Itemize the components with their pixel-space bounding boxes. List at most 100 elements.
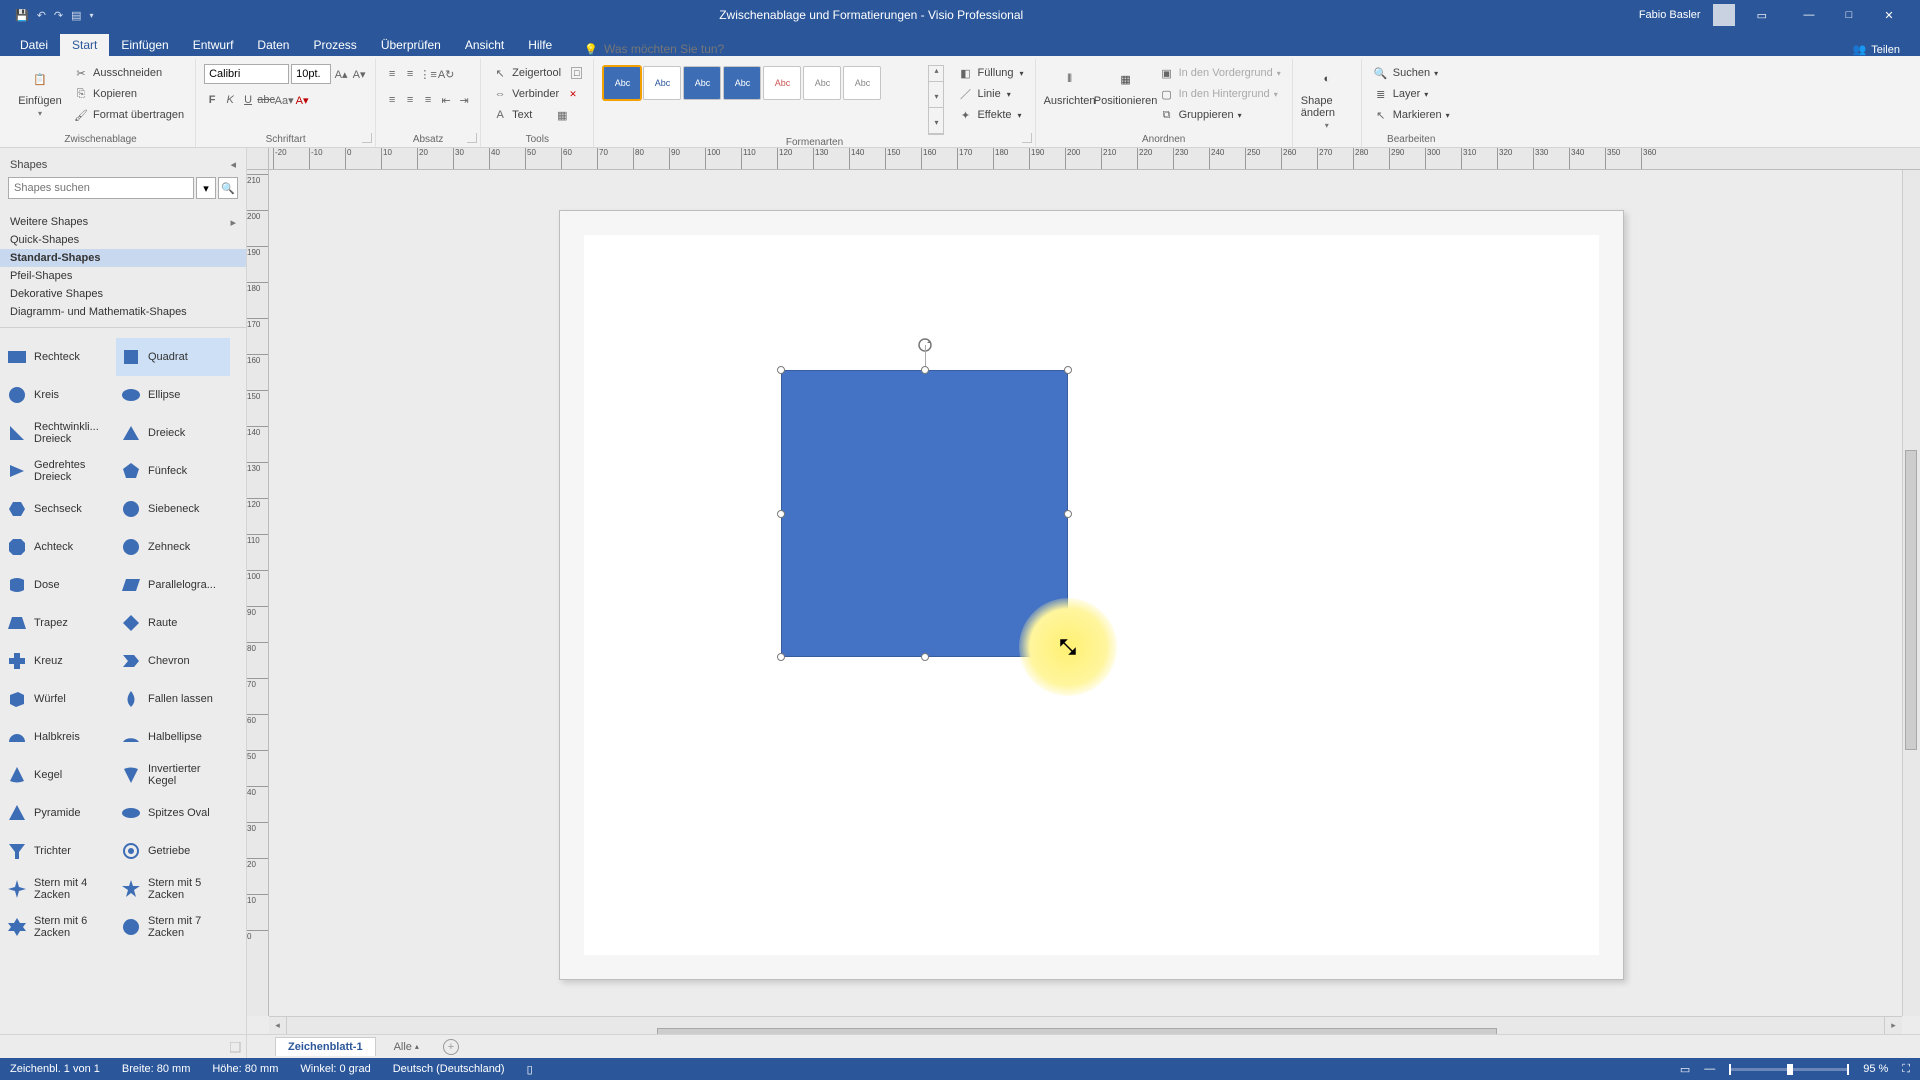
- shape-item-raute[interactable]: Raute: [116, 604, 230, 642]
- undo-icon[interactable]: ↶: [37, 9, 46, 22]
- gallery-scroll[interactable]: ▴▾▾: [928, 65, 944, 135]
- shape-item-trapez[interactable]: Trapez: [2, 604, 116, 642]
- shape-item-invertierter-kegel[interactable]: Invertierter Kegel: [116, 756, 230, 794]
- shape-item-rechtwinkli-dreieck[interactable]: Rechtwinkli... Dreieck: [2, 414, 116, 452]
- connector-tool-button[interactable]: ⇔Verbinder✕: [489, 84, 585, 104]
- shape-item-siebeneck[interactable]: Siebeneck: [116, 490, 230, 528]
- shape-item-achteck[interactable]: Achteck: [2, 528, 116, 566]
- user-name[interactable]: Fabio Basler: [1639, 9, 1701, 21]
- change-shape-button[interactable]: ◐Shape ändern▾: [1301, 61, 1353, 130]
- shape-item-getriebe[interactable]: Getriebe: [116, 832, 230, 870]
- bring-front-button[interactable]: ▣In den Vordergrund▾: [1156, 63, 1284, 83]
- copy-button[interactable]: ⎘Kopieren: [70, 84, 187, 104]
- position-button[interactable]: ▦Positionieren: [1100, 61, 1152, 107]
- format-painter-button[interactable]: 🖌Format übertragen: [70, 105, 187, 125]
- find-button[interactable]: 🔍Suchen▾: [1370, 63, 1453, 83]
- search-go-icon[interactable]: 🔍: [218, 177, 238, 199]
- tab-datei[interactable]: Datei: [8, 34, 60, 56]
- shape-item-spitzes-oval[interactable]: Spitzes Oval: [116, 794, 230, 832]
- tab-start[interactable]: Start: [60, 34, 109, 56]
- shape-item-dreieck[interactable]: Dreieck: [116, 414, 230, 452]
- select-button[interactable]: ↖Markieren▾: [1370, 105, 1453, 125]
- selected-square-shape[interactable]: [781, 370, 1068, 657]
- zoom-thumb[interactable]: [1787, 1064, 1793, 1075]
- sheet-tab-1[interactable]: Zeichenblatt-1: [275, 1037, 376, 1056]
- ruler-horizontal[interactable]: -20-100102030405060708090100110120130140…: [269, 148, 1920, 170]
- line-button[interactable]: ／Linie▾: [954, 84, 1026, 104]
- styles-dialog-launcher[interactable]: [1022, 133, 1032, 143]
- save-icon[interactable]: 💾: [15, 9, 29, 22]
- tab-prozess[interactable]: Prozess: [301, 34, 368, 56]
- shape-item-kreuz[interactable]: Kreuz: [2, 642, 116, 680]
- style-5[interactable]: Abc: [763, 66, 801, 100]
- shape-item-fallen-lassen[interactable]: Fallen lassen: [116, 680, 230, 718]
- pointer-tool-button[interactable]: ↖Zeigertool□: [489, 63, 585, 83]
- decrease-font-icon[interactable]: A▾: [351, 66, 367, 82]
- shape-item-ellipse[interactable]: Ellipse: [116, 376, 230, 414]
- shape-item-parallelogra-[interactable]: Parallelogra...: [116, 566, 230, 604]
- shapes-search-input[interactable]: [8, 177, 194, 199]
- qat-customize-icon[interactable]: ▾: [90, 11, 94, 20]
- macro-record-icon[interactable]: ▯: [527, 1063, 533, 1076]
- fill-button[interactable]: ◧Füllung▾: [954, 63, 1026, 83]
- shape-item-zehneck[interactable]: Zehneck: [116, 528, 230, 566]
- align-right-icon[interactable]: ≡: [420, 92, 436, 108]
- shape-item-f-nfeck[interactable]: Fünfeck: [116, 452, 230, 490]
- shape-item-stern-mit-7-zacken[interactable]: Stern mit 7 Zacken: [116, 908, 230, 946]
- shape-item-dose[interactable]: Dose: [2, 566, 116, 604]
- zoom-slider[interactable]: [1729, 1068, 1849, 1071]
- stencil-deco[interactable]: Dekorative Shapes: [0, 285, 246, 303]
- horizontal-scrollbar[interactable]: ◂ ▸: [269, 1016, 1902, 1034]
- style-3[interactable]: Abc: [683, 66, 721, 100]
- tab-hilfe[interactable]: Hilfe: [516, 34, 564, 56]
- align-left-icon[interactable]: ≡: [384, 92, 400, 108]
- shape-item-stern-mit-5-zacken[interactable]: Stern mit 5 Zacken: [116, 870, 230, 908]
- style-gallery[interactable]: Abc Abc Abc Abc Abc Abc Abc: [602, 61, 922, 101]
- new-doc-icon[interactable]: ▤: [71, 9, 81, 22]
- increase-indent-icon[interactable]: ⇥: [456, 92, 472, 108]
- style-4[interactable]: Abc: [723, 66, 761, 100]
- send-back-button[interactable]: ▢In den Hintergrund▾: [1156, 84, 1284, 104]
- handle-ne[interactable]: [1064, 366, 1072, 374]
- tab-ansicht[interactable]: Ansicht: [453, 34, 516, 56]
- style-2[interactable]: Abc: [643, 66, 681, 100]
- tab-entwurf[interactable]: Entwurf: [181, 34, 246, 56]
- presentation-mode-icon[interactable]: ▭: [1680, 1063, 1690, 1076]
- stencil-quick[interactable]: Quick-Shapes: [0, 231, 246, 249]
- sheet-tab-all[interactable]: Alle▴: [384, 1038, 429, 1056]
- paragraph-dialog-launcher[interactable]: [467, 133, 477, 143]
- shape-item-halbkreis[interactable]: Halbkreis: [2, 718, 116, 756]
- maximize-button[interactable]: □: [1829, 0, 1869, 30]
- search-dropdown-icon[interactable]: ▾: [196, 177, 216, 199]
- share-button[interactable]: 👥 Teilen: [1853, 43, 1900, 56]
- align-button[interactable]: ⫴Ausrichten: [1044, 61, 1096, 107]
- align-center-icon[interactable]: ≡: [402, 92, 418, 108]
- ruler-vertical[interactable]: 2102001901801701601501401301201101009080…: [247, 170, 269, 1016]
- font-color-button[interactable]: A▾: [294, 92, 310, 108]
- handle-s[interactable]: [921, 653, 929, 661]
- increase-font-icon[interactable]: A▴: [333, 66, 349, 82]
- shape-item-trichter[interactable]: Trichter: [2, 832, 116, 870]
- style-7[interactable]: Abc: [843, 66, 881, 100]
- paste-button[interactable]: 📋 Einfügen ▾: [14, 61, 66, 118]
- hscroll-thumb[interactable]: [657, 1028, 1497, 1035]
- status-language[interactable]: Deutsch (Deutschland): [393, 1063, 505, 1075]
- handle-nw[interactable]: [777, 366, 785, 374]
- ribbon-display-icon[interactable]: ▭: [1757, 9, 1767, 22]
- vscroll-thumb[interactable]: [1905, 450, 1917, 750]
- tab-ueberpruefen[interactable]: Überprüfen: [369, 34, 453, 56]
- handle-n[interactable]: [921, 366, 929, 374]
- minimize-button[interactable]: —: [1789, 0, 1829, 30]
- handle-e[interactable]: [1064, 510, 1072, 518]
- font-size-combo[interactable]: [291, 64, 331, 84]
- zoom-level[interactable]: 95 %: [1863, 1063, 1888, 1075]
- layer-button[interactable]: ≣Layer▾: [1370, 84, 1453, 104]
- italic-button[interactable]: K: [222, 92, 238, 108]
- bold-button[interactable]: F: [204, 92, 220, 108]
- collapse-panel-icon[interactable]: ◂: [230, 158, 236, 171]
- font-dialog-launcher[interactable]: [362, 133, 372, 143]
- avatar[interactable]: [1713, 4, 1735, 26]
- cut-button[interactable]: ✂Ausschneiden: [70, 63, 187, 83]
- fill-bucket-icon[interactable]: ▦: [554, 107, 570, 123]
- style-6[interactable]: Abc: [803, 66, 841, 100]
